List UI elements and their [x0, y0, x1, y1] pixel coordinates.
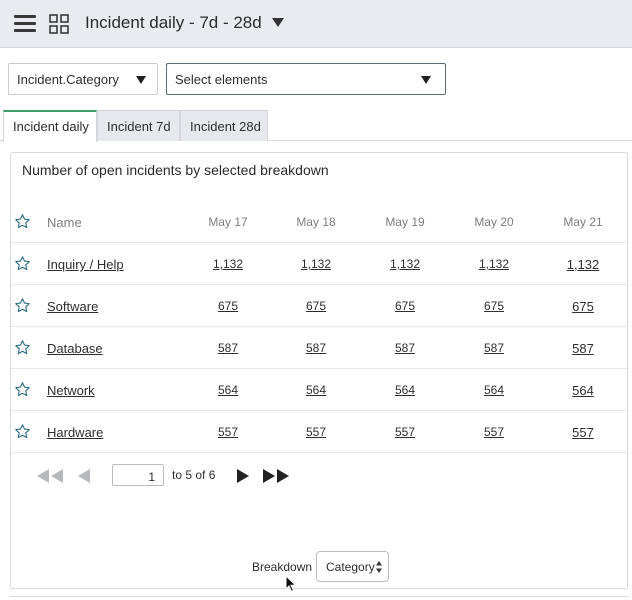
panel-divider	[10, 596, 628, 597]
panel-title: Number of open incidents by selected bre…	[22, 162, 329, 178]
breakdown-select[interactable]: Category	[316, 551, 389, 582]
value-cell[interactable]: 675	[193, 299, 263, 313]
row-name-link[interactable]: Inquiry / Help	[47, 257, 124, 272]
value-cell[interactable]: 587	[459, 341, 529, 355]
star-icon[interactable]	[14, 423, 31, 440]
value-cell[interactable]: 675	[281, 299, 351, 313]
column-header-date[interactable]: May 21	[548, 215, 618, 229]
row-name-link[interactable]: Hardware	[47, 425, 103, 440]
value-cell[interactable]: 564	[193, 383, 263, 397]
value-cell[interactable]: 557	[459, 425, 529, 439]
mouse-cursor-icon	[285, 575, 297, 593]
chevron-down-icon	[136, 76, 146, 84]
hamburger-icon[interactable]	[14, 15, 36, 33]
value-cell[interactable]: 1,132	[459, 257, 529, 271]
first-page-icon[interactable]	[37, 469, 65, 483]
value-cell[interactable]: 675	[459, 299, 529, 313]
next-page-icon[interactable]	[236, 469, 249, 483]
value-cell[interactable]: 557	[281, 425, 351, 439]
value-cell[interactable]: 587	[281, 341, 351, 355]
chevron-down-icon	[421, 76, 431, 84]
value-cell[interactable]: 557	[193, 425, 263, 439]
top-header: Incident daily - 7d - 28d	[0, 0, 632, 48]
value-cell[interactable]: 587	[193, 341, 263, 355]
star-icon[interactable]	[14, 297, 31, 314]
star-icon[interactable]	[14, 381, 31, 398]
pagination: to 5 of 6	[11, 461, 627, 491]
column-header-date[interactable]: May 18	[281, 215, 351, 229]
tab-incident-28d[interactable]: Incident 28d	[180, 110, 268, 141]
breakdown-panel: Number of open incidents by selected bre…	[10, 152, 628, 589]
title-dropdown-caret-icon[interactable]	[272, 18, 284, 27]
value-cell[interactable]: 1,132	[193, 257, 263, 271]
value-cell[interactable]: 675	[548, 299, 618, 314]
value-cell[interactable]: 675	[370, 299, 440, 313]
star-icon[interactable]	[14, 255, 31, 272]
value-cell[interactable]: 587	[370, 341, 440, 355]
previous-page-icon[interactable]	[78, 469, 91, 483]
breakdown-label: Breakdown	[252, 560, 313, 574]
value-cell[interactable]: 564	[281, 383, 351, 397]
column-header-date[interactable]: May 17	[193, 215, 263, 229]
tab-incident-daily[interactable]: Incident daily	[3, 110, 97, 142]
star-icon[interactable]	[14, 339, 31, 356]
category-select-value: Incident.Category	[17, 72, 119, 87]
last-page-icon[interactable]	[262, 469, 290, 483]
row-name-link[interactable]: Network	[47, 383, 95, 398]
value-cell[interactable]: 557	[370, 425, 440, 439]
grid-icon[interactable]	[49, 14, 69, 34]
breakdown-select-value: Category	[326, 560, 375, 574]
page-range-text: to 5 of 6	[172, 468, 216, 482]
table-row: Network 564 564 564 564 564	[11, 369, 627, 411]
row-name-link[interactable]: Software	[47, 299, 98, 314]
table-row: Database 587 587 587 587 587	[11, 327, 627, 369]
value-cell[interactable]: 564	[370, 383, 440, 397]
value-cell[interactable]: 1,132	[548, 257, 618, 272]
elements-select-placeholder: Select elements	[175, 72, 268, 87]
value-cell[interactable]: 564	[548, 383, 618, 398]
value-cell[interactable]: 557	[548, 425, 618, 440]
page-number-input[interactable]	[112, 464, 164, 486]
row-name-link[interactable]: Database	[47, 341, 103, 356]
column-header-date[interactable]: May 20	[459, 215, 529, 229]
value-cell[interactable]: 1,132	[281, 257, 351, 271]
value-cell[interactable]: 564	[459, 383, 529, 397]
elements-select[interactable]: Select elements	[166, 63, 446, 95]
column-header-date[interactable]: May 19	[370, 215, 440, 229]
tab-incident-7d[interactable]: Incident 7d	[97, 110, 180, 141]
star-icon[interactable]	[14, 213, 31, 230]
value-cell[interactable]: 1,132	[370, 257, 440, 271]
table-row: Hardware 557 557 557 557 557	[11, 411, 627, 453]
value-cell[interactable]: 587	[548, 341, 618, 356]
table-row: Software 675 675 675 675 675	[11, 285, 627, 327]
category-select[interactable]: Incident.Category	[8, 63, 158, 95]
table-row: Inquiry / Help 1,132 1,132 1,132 1,132 1…	[11, 243, 627, 285]
page-title: Incident daily - 7d - 28d	[85, 13, 262, 32]
updown-arrows-icon	[376, 561, 382, 573]
column-header-name[interactable]: Name	[47, 215, 82, 230]
table-header-row: Name May 17 May 18 May 19 May 20 May 21	[11, 201, 627, 243]
